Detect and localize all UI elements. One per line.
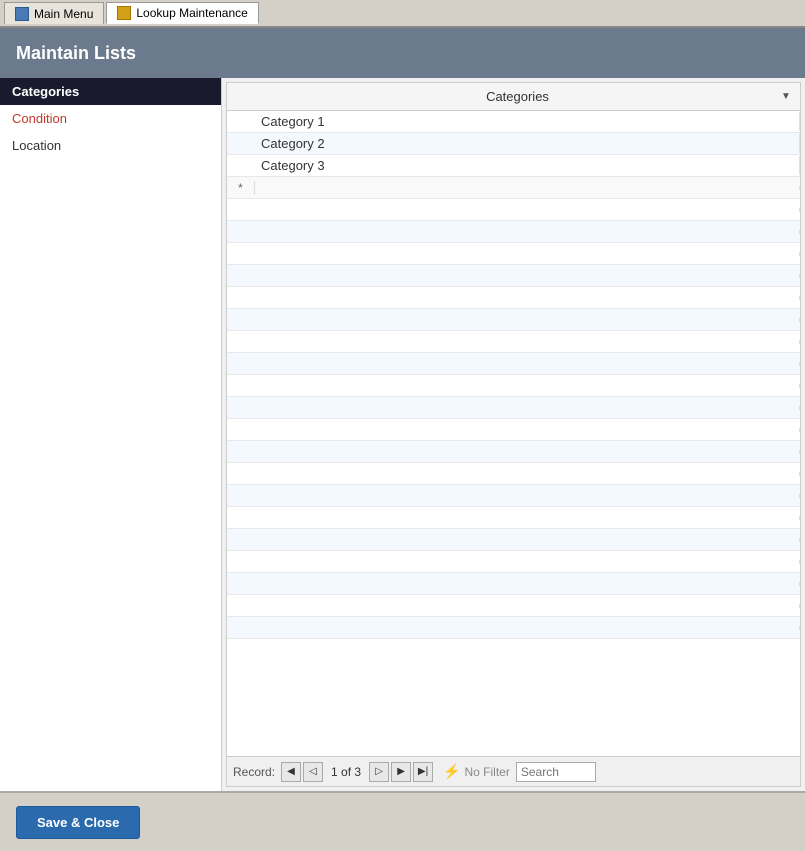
nav-first-button[interactable]: ◀ — [281, 762, 301, 782]
empty-row — [227, 617, 800, 639]
nav-last-new-button[interactable]: ▶| — [413, 762, 433, 782]
grid-header: Categories ▼ — [227, 83, 800, 111]
empty-cell — [255, 582, 800, 586]
empty-cell — [255, 626, 800, 630]
empty-cell — [255, 252, 800, 256]
empty-row — [227, 419, 800, 441]
nav-first-icon: ◀ — [287, 766, 295, 777]
grid-column-header: Categories — [259, 89, 776, 104]
filter-text: No Filter — [465, 765, 510, 779]
tab-main-menu-label: Main Menu — [34, 7, 93, 21]
sidebar-item-categories[interactable]: Categories — [0, 78, 221, 105]
empty-cell — [255, 384, 800, 388]
empty-cell — [255, 560, 800, 564]
left-panel: Categories Condition Location — [0, 78, 222, 791]
empty-cell — [255, 296, 800, 300]
empty-row — [227, 529, 800, 551]
nav-last-button[interactable]: ▶ — [391, 762, 411, 782]
empty-cell — [255, 208, 800, 212]
grid-cell-value[interactable]: Category 1 — [255, 112, 800, 131]
empty-row — [227, 331, 800, 353]
empty-cell — [255, 428, 800, 432]
empty-cell — [255, 538, 800, 542]
grid-cell-value[interactable]: Category 2 — [255, 134, 800, 153]
empty-row — [227, 287, 800, 309]
empty-cell — [255, 516, 800, 520]
tab-bar: Main Menu Lookup Maintenance — [0, 0, 805, 28]
filter-icon: ⚡ — [443, 763, 460, 780]
empty-cell — [255, 230, 800, 234]
new-row-indicator: * — [227, 181, 255, 195]
nav-bar: Record: ◀ ◁ 1 of 3 ▷ ▶ ▶| ⚡ No Filter — [227, 756, 800, 786]
main-content: Categories Condition Location Categories… — [0, 78, 805, 791]
grid-body: Category 1 Category 2 Category 3 * — [227, 111, 800, 756]
empty-row — [227, 441, 800, 463]
empty-cell — [255, 362, 800, 366]
empty-cell — [255, 340, 800, 344]
empty-cell — [255, 604, 800, 608]
sidebar-item-location[interactable]: Location — [0, 132, 221, 159]
empty-cell — [255, 318, 800, 322]
column-dropdown-button[interactable]: ▼ — [776, 87, 796, 107]
empty-cell — [255, 494, 800, 498]
empty-row — [227, 243, 800, 265]
tab-lookup-maintenance-label: Lookup Maintenance — [136, 6, 247, 20]
nav-filter-area: ⚡ No Filter — [443, 763, 510, 780]
page-title: Maintain Lists — [16, 43, 136, 64]
tab-lookup-maintenance[interactable]: Lookup Maintenance — [106, 2, 258, 24]
empty-row — [227, 375, 800, 397]
empty-cell — [255, 274, 800, 278]
empty-row — [227, 573, 800, 595]
nav-next-button[interactable]: ▷ — [369, 762, 389, 782]
nav-next-icon: ▷ — [375, 766, 383, 777]
table-row[interactable]: Category 1 — [227, 111, 800, 133]
main-menu-icon — [15, 7, 29, 21]
empty-row — [227, 353, 800, 375]
nav-record-info: 1 of 3 — [331, 765, 361, 779]
save-close-button[interactable]: Save & Close — [16, 806, 140, 839]
empty-row — [227, 485, 800, 507]
page-header: Maintain Lists — [0, 28, 805, 78]
empty-cell — [255, 472, 800, 476]
tab-main-menu[interactable]: Main Menu — [4, 2, 104, 24]
empty-row — [227, 595, 800, 617]
table-row[interactable]: Category 3 — [227, 155, 800, 177]
empty-row — [227, 507, 800, 529]
empty-cell — [255, 406, 800, 410]
nav-last-icon: ▶ — [397, 766, 405, 777]
nav-prev-button[interactable]: ◁ — [303, 762, 323, 782]
record-label: Record: — [233, 765, 275, 779]
empty-row — [227, 397, 800, 419]
data-grid: Categories ▼ Category 1 Category 2 Categ… — [226, 82, 801, 787]
empty-row — [227, 463, 800, 485]
lookup-maintenance-icon — [117, 6, 131, 20]
nav-last-new-icon: ▶| — [418, 766, 428, 777]
new-row[interactable]: * — [227, 177, 800, 199]
empty-row — [227, 551, 800, 573]
bottom-bar: Save & Close — [0, 791, 805, 851]
empty-row — [227, 265, 800, 287]
empty-cell — [255, 450, 800, 454]
grid-cell-value[interactable]: Category 3 — [255, 156, 800, 175]
sidebar-item-condition[interactable]: Condition — [0, 105, 221, 132]
empty-row — [227, 309, 800, 331]
new-row-cell[interactable] — [255, 186, 800, 190]
nav-prev-icon: ◁ — [309, 766, 317, 777]
table-row[interactable]: Category 2 — [227, 133, 800, 155]
search-input[interactable] — [516, 762, 596, 782]
empty-row — [227, 199, 800, 221]
empty-row — [227, 221, 800, 243]
